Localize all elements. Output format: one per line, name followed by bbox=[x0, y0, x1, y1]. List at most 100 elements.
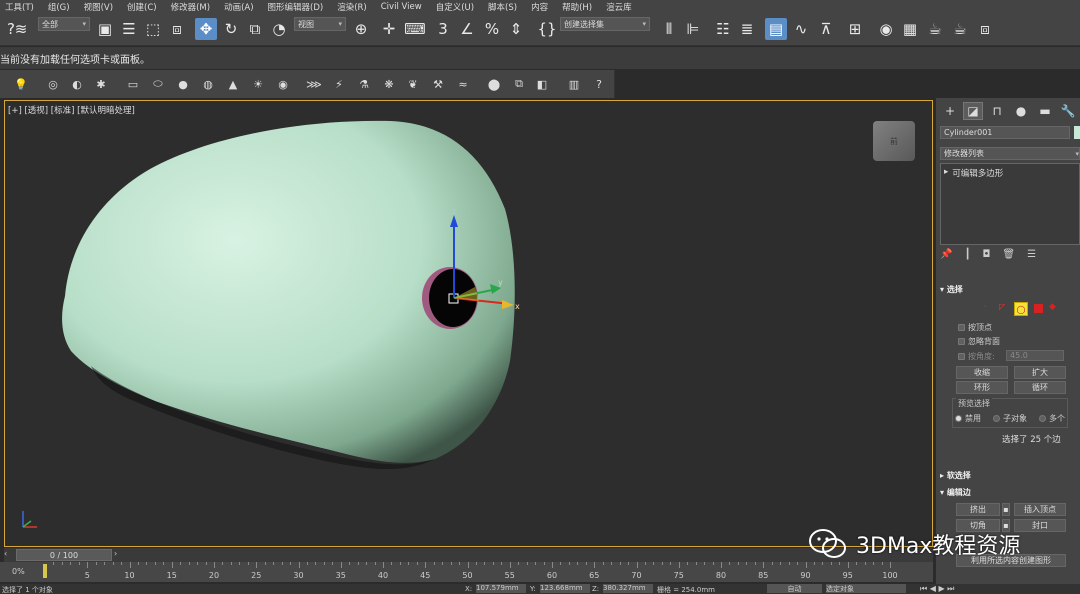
rendered-frame-window-icon[interactable]: ☕ bbox=[924, 18, 946, 40]
snaps-toggle-icon[interactable]: 3 bbox=[432, 18, 454, 40]
select-and-move-icon[interactable]: ✥ bbox=[195, 18, 217, 40]
menu-item[interactable]: 渲染(R) bbox=[332, 1, 376, 13]
shrink-button[interactable]: 收缩 bbox=[956, 366, 1008, 379]
align-icon[interactable]: ⊫ bbox=[682, 18, 704, 40]
ignore-backfacing-checkbox[interactable]: 忽略背面 bbox=[958, 336, 1000, 347]
box-icon[interactable]: ▭ bbox=[124, 75, 142, 93]
configure-modifier-sets-icon[interactable]: ☰ bbox=[1027, 249, 1036, 260]
menu-item[interactable]: Civil View bbox=[376, 2, 431, 12]
polygon-level-icon[interactable] bbox=[1034, 304, 1043, 313]
help-circle-icon[interactable]: ? bbox=[590, 75, 608, 93]
grow-button[interactable]: 扩大 bbox=[1014, 366, 1066, 379]
scene-explorer-icon[interactable]: ☷ bbox=[712, 18, 734, 40]
menu-item[interactable]: 帮助(H) bbox=[557, 1, 601, 13]
motion-tab-icon[interactable]: ● bbox=[1011, 102, 1031, 120]
rectangular-selection-icon[interactable]: ⬚ bbox=[142, 18, 164, 40]
playback-controls[interactable]: ⏮ ◀ ▶ ⏭ bbox=[920, 584, 954, 594]
track-bar[interactable]: 0% 5 10 15 20 25 30 35 40 45 50 55 60 65 70 75 80 85 90 95… bbox=[0, 562, 933, 582]
perspective-viewport[interactable]: [+] [透视] [标准] [默认明暗处理] z x y 前 bbox=[4, 100, 933, 547]
named-selection-set-dropdown[interactable]: 创建选择集 ▾ bbox=[560, 17, 650, 31]
extrude-settings-button[interactable]: ▪ bbox=[1002, 503, 1010, 516]
cone-icon[interactable]: ▲ bbox=[224, 75, 242, 93]
geosphere-icon[interactable]: ⬭ bbox=[149, 75, 167, 93]
current-frame-marker[interactable] bbox=[43, 564, 47, 578]
object-name-field[interactable]: Cylinder001 bbox=[940, 126, 1070, 139]
torus-icon[interactable]: ◍ bbox=[199, 75, 217, 93]
particle-icon[interactable]: ✱ bbox=[92, 75, 110, 93]
place-icon[interactable]: ◔ bbox=[268, 18, 290, 40]
spinner-snap-icon[interactable]: ⇕ bbox=[505, 18, 527, 40]
omni-light-icon[interactable]: ◉ bbox=[274, 75, 292, 93]
select-and-scale-icon[interactable]: ⧉ bbox=[244, 18, 266, 40]
menu-item[interactable]: 自定义(U) bbox=[431, 1, 483, 13]
dope-sheet-icon[interactable]: ⊼ bbox=[815, 18, 837, 40]
noise-icon[interactable]: ❋ bbox=[380, 75, 398, 93]
set-key-filter-dropdown[interactable]: 选定对象 bbox=[826, 584, 906, 593]
layout-icon[interactable]: ▥ bbox=[565, 75, 583, 93]
schematic-view-icon[interactable]: ⊞ bbox=[844, 18, 866, 40]
soft-selection-rollout-header[interactable]: ▸ 软选择 bbox=[940, 470, 971, 481]
sphere-icon[interactable]: ● bbox=[174, 75, 192, 93]
x-coordinate-field[interactable]: 107.579mm bbox=[476, 584, 526, 593]
preview-multi-radio[interactable]: 多个 bbox=[1039, 413, 1065, 424]
menu-item[interactable]: 工具(T) bbox=[0, 1, 43, 13]
bind-spacewarp-icon[interactable]: ≋ bbox=[10, 18, 32, 40]
menu-item[interactable]: 创建(C) bbox=[122, 1, 166, 13]
keyboard-shortcut-override-icon[interactable]: ⌨ bbox=[404, 18, 426, 40]
angle-spinner[interactable]: 45.0 bbox=[1006, 350, 1064, 361]
menu-item[interactable]: 内容 bbox=[526, 1, 557, 13]
helper-icon[interactable]: ◐ bbox=[68, 75, 86, 93]
select-manipulate-icon[interactable]: ✛ bbox=[378, 18, 400, 40]
menu-item[interactable]: 脚本(S) bbox=[483, 1, 526, 13]
z-coordinate-field[interactable]: 380.327mm bbox=[603, 584, 653, 593]
taper-icon[interactable]: ⚗ bbox=[355, 75, 373, 93]
sun-icon[interactable]: ☀ bbox=[249, 75, 267, 93]
modifier-list-dropdown[interactable]: 修改器列表 ▾ bbox=[940, 147, 1080, 160]
ring-button[interactable]: 环形 bbox=[956, 381, 1008, 394]
remove-modifier-icon[interactable]: 🗑 bbox=[1002, 249, 1015, 260]
stack-item[interactable]: ▸ 可编辑多边形 bbox=[944, 167, 1003, 179]
bridge-button[interactable]: 封口 bbox=[1014, 519, 1066, 532]
window-crossing-icon[interactable]: ⧈ bbox=[166, 18, 188, 40]
curve-editor-icon[interactable]: ∿ bbox=[790, 18, 812, 40]
border-level-icon[interactable]: ◯ bbox=[1014, 302, 1028, 316]
object-color-swatch[interactable] bbox=[1074, 126, 1080, 139]
viewcube[interactable]: 前 bbox=[873, 121, 915, 161]
element-level-icon[interactable]: ◆ bbox=[1049, 302, 1058, 312]
display-tab-icon[interactable]: ▬ bbox=[1035, 102, 1055, 120]
hierarchy-tab-icon[interactable]: ⊓ bbox=[987, 102, 1007, 120]
material-editor-icon[interactable]: ◉ bbox=[875, 18, 897, 40]
angle-snap-icon[interactable]: ∠ bbox=[456, 18, 478, 40]
melt-icon[interactable]: ⚒ bbox=[429, 75, 447, 93]
light-icon[interactable]: 💡 bbox=[12, 75, 30, 93]
percent-snap-icon[interactable]: % bbox=[481, 18, 503, 40]
render-iterative-icon[interactable]: ◧ bbox=[533, 75, 551, 93]
auto-key-button[interactable]: 自动 bbox=[767, 584, 822, 593]
foliage-icon[interactable]: ❦ bbox=[404, 75, 422, 93]
time-slider-thumb[interactable]: 0 / 100 bbox=[16, 549, 112, 561]
selection-rollout-header[interactable]: ▾ 选择 bbox=[940, 284, 963, 295]
render-production-icon[interactable]: ☕ bbox=[949, 18, 971, 40]
edit-edges-rollout-header[interactable]: ▾ 编辑边 bbox=[940, 487, 971, 498]
utilities-tab-icon[interactable]: 🔧 bbox=[1058, 102, 1078, 120]
selection-filter-dropdown[interactable]: 全部 ▾ bbox=[38, 17, 90, 31]
render-sphere-icon[interactable]: ⬤ bbox=[485, 75, 503, 93]
edit-named-selection-icon[interactable]: {} bbox=[536, 18, 558, 40]
render-region-icon[interactable]: ⧉ bbox=[510, 75, 528, 93]
vertex-level-icon[interactable]: · bbox=[984, 302, 993, 311]
loop-button[interactable]: 循环 bbox=[1014, 381, 1066, 394]
by-angle-checkbox[interactable]: 按角度: bbox=[958, 351, 995, 362]
camera-icon[interactable]: ◎ bbox=[44, 75, 62, 93]
select-and-rotate-icon[interactable]: ↻ bbox=[220, 18, 242, 40]
pin-stack-icon[interactable]: 📌 bbox=[940, 249, 952, 260]
layer-explorer-icon[interactable]: ≣ bbox=[736, 18, 758, 40]
prev-frame-icon[interactable]: ‹ bbox=[4, 549, 14, 561]
menu-item[interactable]: 修改器(M) bbox=[166, 1, 219, 13]
edge-level-icon[interactable]: ◸ bbox=[999, 302, 1008, 311]
wave-icon[interactable]: ≈ bbox=[454, 75, 472, 93]
menu-item[interactable]: 组(G) bbox=[43, 1, 79, 13]
menu-item[interactable]: 渲云库 bbox=[601, 1, 641, 13]
extrude-button[interactable]: 挤出 bbox=[956, 503, 1000, 516]
time-slider[interactable]: ‹ 0 / 100 › bbox=[4, 548, 933, 562]
make-unique-icon[interactable]: ◘ bbox=[982, 249, 990, 260]
